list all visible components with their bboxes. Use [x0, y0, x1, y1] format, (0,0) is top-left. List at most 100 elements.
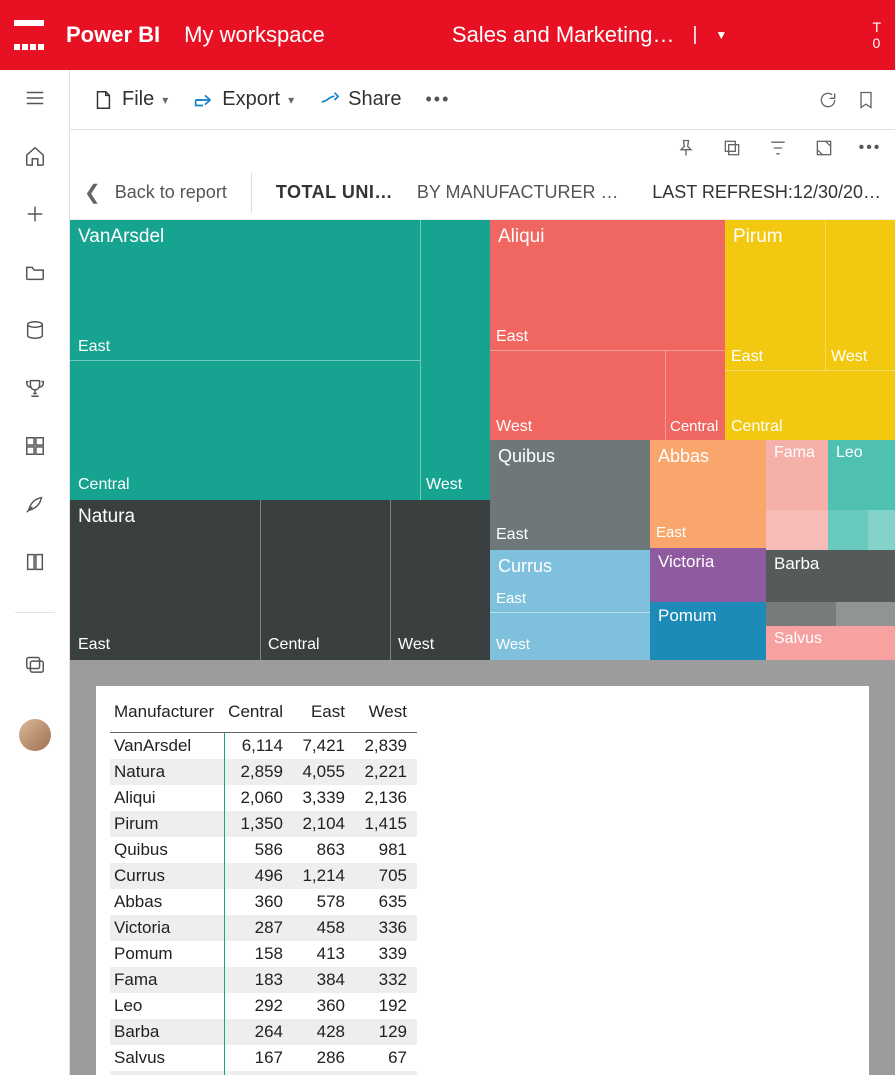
table-row[interactable]: Leo292360192 [110, 993, 417, 1019]
folder-icon[interactable] [20, 258, 50, 286]
rocket-icon[interactable] [20, 490, 50, 518]
tm-region: East [496, 590, 526, 607]
bookmark-icon[interactable] [851, 85, 881, 115]
viz-action-bar: ••• [70, 130, 895, 166]
cell-east: 428 [293, 1019, 355, 1045]
treemap-aliqui[interactable]: Aliqui East West Central [490, 220, 725, 440]
cell-east: 2,104 [293, 811, 355, 837]
treemap-quibus[interactable]: Quibus East [490, 440, 650, 550]
col-manufacturer[interactable]: Manufacturer [110, 696, 224, 733]
share-button[interactable]: Share [310, 82, 409, 117]
workspace-name[interactable]: My workspace [184, 22, 325, 48]
table-row[interactable]: Barba264428129 [110, 1019, 417, 1045]
filter-icon[interactable] [763, 133, 793, 163]
more-menu[interactable]: ••• [417, 83, 458, 116]
col-west[interactable]: West [355, 696, 417, 733]
treemap-visual[interactable]: VanArsdel East Central West Natura East … [70, 220, 895, 660]
pin-icon[interactable] [671, 133, 701, 163]
divider: | [692, 24, 697, 46]
table-row[interactable]: Aliqui2,0603,3392,136 [110, 785, 417, 811]
report-name[interactable]: Sales and Marketing… [452, 22, 675, 48]
chevron-down-icon: ▾ [288, 93, 294, 107]
treemap-victoria[interactable]: Victoria [650, 548, 766, 602]
treemap-pomum[interactable]: Pomum [650, 602, 766, 660]
treemap-leo[interactable]: Leo [828, 440, 895, 510]
treemap-leo-sub2[interactable] [868, 510, 895, 550]
cell-central: 360 [224, 889, 293, 915]
hamburger-icon[interactable] [20, 84, 50, 112]
book-icon[interactable] [20, 548, 50, 576]
table-row[interactable]: Currus4961,214705 [110, 863, 417, 889]
command-bar: File ▾ Export ▾ Share ••• [70, 70, 895, 130]
treemap-barba-sub2[interactable] [836, 602, 895, 626]
tm-label: Natura [78, 506, 135, 528]
cell-east: 413 [293, 941, 355, 967]
treemap-currus[interactable]: Currus East West [490, 550, 650, 660]
treemap-abbas[interactable]: Abbas East [650, 440, 766, 548]
app-launcher-icon[interactable] [14, 20, 44, 50]
table-row[interactable]: Natura2,8594,0552,221 [110, 759, 417, 785]
more-icon[interactable]: ••• [855, 133, 885, 163]
cell-central: 154 [224, 1071, 293, 1075]
cell-manufacturer: Leo [110, 993, 224, 1019]
tm-label: Barba [774, 554, 819, 574]
focus-subtitle: BY MANUFACTURER … [417, 182, 619, 203]
col-central[interactable]: Central [224, 696, 293, 733]
share-label: Share [348, 88, 401, 111]
table-row[interactable]: Fama183384332 [110, 967, 417, 993]
treemap-salvus[interactable]: Salvus [766, 626, 895, 660]
table-row[interactable]: VanArsdel6,1147,4212,839 [110, 733, 417, 760]
table-row[interactable]: Palma154170102 [110, 1071, 417, 1075]
cell-east: 360 [293, 993, 355, 1019]
tm-region: West [398, 636, 434, 654]
back-to-report-button[interactable]: ❮ Back to report [84, 180, 227, 205]
treemap-barba[interactable]: Barba [766, 550, 895, 602]
cell-west: 339 [355, 941, 417, 967]
cell-central: 6,114 [224, 733, 293, 760]
cell-central: 496 [224, 863, 293, 889]
treemap-natura[interactable]: Natura East Central West [70, 500, 490, 660]
treemap-vanarsdel[interactable]: VanArsdel East Central West [70, 220, 490, 500]
treemap-fama[interactable]: Fama [766, 440, 828, 510]
focus-title: TOTAL UNI… [276, 182, 393, 203]
cell-west: 635 [355, 889, 417, 915]
tm-region: Central [268, 636, 320, 654]
home-icon[interactable] [20, 142, 50, 170]
data-icon[interactable] [20, 316, 50, 344]
trophy-icon[interactable] [20, 374, 50, 402]
left-nav [0, 70, 70, 1075]
treemap-barba-sub[interactable] [766, 602, 836, 626]
cell-west: 2,221 [355, 759, 417, 785]
table-row[interactable]: Pirum1,3502,1041,415 [110, 811, 417, 837]
table-row[interactable]: Pomum158413339 [110, 941, 417, 967]
tm-label: VanArsdel [78, 226, 164, 248]
table-row[interactable]: Salvus16728667 [110, 1045, 417, 1071]
file-menu[interactable]: File ▾ [84, 82, 176, 117]
focus-icon[interactable] [809, 133, 839, 163]
brand-name[interactable]: Power BI [66, 22, 160, 48]
data-table[interactable]: Manufacturer Central East West VanArsdel… [110, 696, 417, 1075]
treemap-fama-sub[interactable] [766, 510, 828, 550]
table-row[interactable]: Abbas360578635 [110, 889, 417, 915]
plus-icon[interactable] [20, 200, 50, 228]
tm-region: East [78, 338, 110, 356]
refresh-icon[interactable] [813, 85, 843, 115]
tm-region: West [496, 636, 530, 653]
workspaces-icon[interactable] [20, 649, 50, 677]
avatar[interactable] [19, 719, 51, 751]
last-refresh: LAST REFRESH:12/30/20… [652, 182, 881, 203]
copy-icon[interactable] [717, 133, 747, 163]
apps-icon[interactable] [20, 432, 50, 460]
cell-east: 458 [293, 915, 355, 941]
report-chevron-down-icon[interactable]: ▼ [715, 28, 727, 42]
tm-label: Pomum [658, 606, 717, 626]
cell-east: 286 [293, 1045, 355, 1071]
table-row[interactable]: Victoria287458336 [110, 915, 417, 941]
treemap-leo-sub[interactable] [828, 510, 868, 550]
table-row[interactable]: Quibus586863981 [110, 837, 417, 863]
treemap-pirum[interactable]: Pirum East West Central [725, 220, 895, 440]
col-east[interactable]: East [293, 696, 355, 733]
export-menu[interactable]: Export ▾ [184, 82, 302, 117]
cell-east: 170 [293, 1071, 355, 1075]
back-label: Back to report [115, 182, 227, 203]
